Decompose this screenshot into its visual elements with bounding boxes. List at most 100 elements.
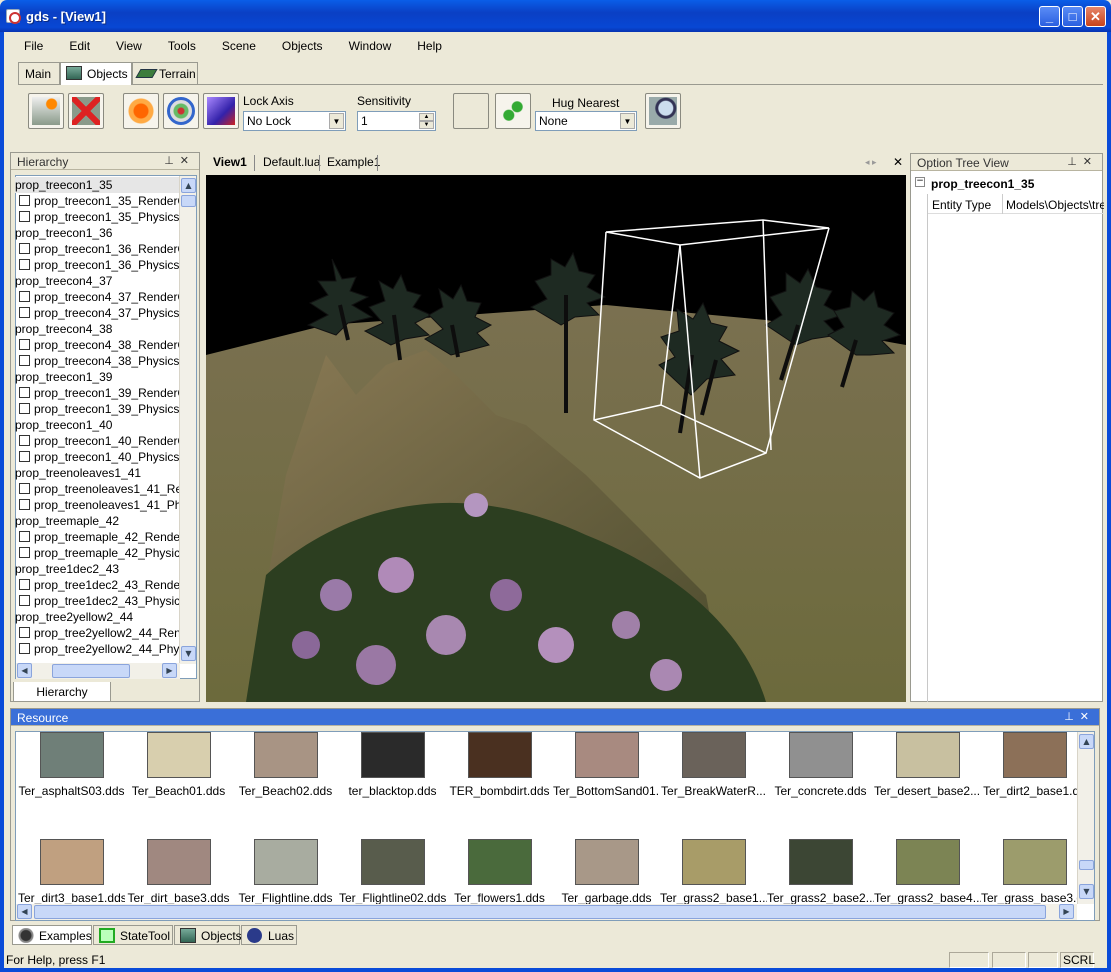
property-row[interactable]: Entity Type Models\Objects\trees [928,194,1104,214]
pin-close-icons[interactable]: ⊥✕ [164,154,195,167]
create-object-button[interactable] [28,93,64,129]
hierarchy-child-row[interactable]: prop_treecon1_35_RenderOb [15,193,179,209]
maximize-button[interactable]: □ [1062,6,1083,27]
resource-item[interactable]: Ter_BreakWaterR... [660,732,767,816]
hierarchy-node-row[interactable]: prop_treemaple_42 [15,513,179,529]
visibility-checkbox[interactable] [19,483,30,494]
close-view-icon[interactable]: ✕ [893,155,903,169]
pin-close-icons[interactable]: ⊥✕ [1064,710,1095,723]
hierarchy-hscroll[interactable]: ◀ ▶ [16,663,180,679]
menu-help[interactable]: Help [399,36,450,53]
hierarchy-child-row[interactable]: prop_treecon1_35_PhysicsOb [15,209,179,225]
resource-item[interactable]: Ter_Beach02.dds [232,732,339,816]
resource-item[interactable]: Ter_dirt2_base1.dd [981,732,1088,816]
close-button[interactable]: ✕ [1085,6,1106,27]
visibility-checkbox[interactable] [19,387,30,398]
scroll-left-icon[interactable]: ◀ [17,663,32,678]
hierarchy-child-row[interactable]: prop_treecon4_37_RenderOb [15,289,179,305]
tab-objects-resource[interactable]: Objects [174,925,242,945]
menu-window[interactable]: Window [331,36,400,53]
menu-file[interactable]: File [6,36,51,53]
property-value[interactable]: Models\Objects\trees [1002,194,1104,214]
sensitivity-spinner[interactable]: 1 ▲ ▼ [357,111,436,131]
resource-vscroll[interactable]: ▲ ▼ [1077,732,1094,904]
visibility-checkbox[interactable] [19,339,30,350]
scroll-down-icon[interactable]: ▼ [181,646,196,661]
menu-objects[interactable]: Objects [264,36,331,53]
hierarchy-node-row[interactable]: prop_treecon1_39 [15,369,179,385]
resource-item[interactable]: Ter_concrete.dds [767,732,874,816]
scroll-right-icon[interactable]: ▶ [162,663,177,678]
scroll-right-icon[interactable]: ▶ [1059,904,1074,919]
rotate-tool-button[interactable] [163,93,199,129]
resource-item[interactable]: Ter_BottomSand01... [553,732,660,816]
spin-down-icon[interactable]: ▼ [419,121,434,129]
resource-item[interactable]: TER_bombdirt.dds [446,732,553,816]
tab-main[interactable]: Main [18,62,60,84]
visibility-checkbox[interactable] [19,547,30,558]
visibility-checkbox[interactable] [19,307,30,318]
delete-object-button[interactable] [68,93,104,129]
visibility-checkbox[interactable] [19,435,30,446]
resource-hscroll[interactable]: ◀ ▶ [16,904,1077,920]
pin-close-icons[interactable]: ⊥✕ [1067,155,1098,168]
scroll-left-icon[interactable]: ◀ [17,904,32,919]
spin-up-icon[interactable]: ▲ [419,113,434,121]
tab-objects[interactable]: Objects [60,62,132,85]
hierarchy-child-row[interactable]: prop_treecon4_37_PhysicsOb [15,305,179,321]
tab-examples[interactable]: Examples [12,925,92,945]
tab-scroll-arrows-icon[interactable]: ◂ ▸ [865,157,877,168]
resource-item[interactable]: Ter_desert_base2.... [874,732,981,816]
hierarchy-child-row[interactable]: prop_treecon1_39_RenderOb [15,385,179,401]
hscroll-thumb[interactable] [52,664,130,678]
tab-luas[interactable]: Luas [241,925,297,945]
hscroll-thumb[interactable] [34,905,1046,919]
hierarchy-child-row[interactable]: prop_tree1dec2_43_RenderC [15,577,179,593]
move-tool-button[interactable] [123,93,159,129]
hierarchy-child-row[interactable]: prop_treecon4_38_RenderOb [15,337,179,353]
scroll-up-icon[interactable]: ▲ [1079,734,1094,749]
hierarchy-node-row[interactable]: prop_treenoleaves1_41 [15,465,179,481]
scroll-down-icon[interactable]: ▼ [1079,884,1094,899]
visibility-checkbox[interactable] [19,499,30,510]
hierarchy-child-row[interactable]: prop_treecon1_40_RenderOb [15,433,179,449]
hierarchy-child-row[interactable]: prop_treecon1_36_PhysicsOb [15,257,179,273]
hierarchy-child-row[interactable]: prop_tree2yellow2_44_Rende [15,625,179,641]
scroll-up-icon[interactable]: ▲ [181,178,196,193]
scroll-thumb[interactable] [1079,860,1094,870]
resource-item[interactable]: Ter_asphaltS03.dds [18,732,125,816]
hierarchy-child-row[interactable]: prop_tree2yellow2_44_Physic [15,641,179,657]
tab-statetool[interactable]: StateTool [93,925,173,945]
hierarchy-child-row[interactable]: prop_treecon1_36_RenderOb [15,241,179,257]
hierarchy-node-row[interactable]: prop_treecon4_38 [15,321,179,337]
scroll-thumb[interactable] [181,195,196,207]
menu-edit[interactable]: Edit [51,36,98,53]
menu-scene[interactable]: Scene [204,36,264,53]
hierarchy-child-row[interactable]: prop_treecon4_38_PhysicsOb [15,353,179,369]
menu-view[interactable]: View [98,36,150,53]
visibility-checkbox[interactable] [19,291,30,302]
hierarchy-node-row[interactable]: prop_treecon1_40 [15,417,179,433]
visibility-checkbox[interactable] [19,403,30,414]
hierarchy-child-row[interactable]: prop_treemaple_42_RenderO [15,529,179,545]
hug-nearest-select[interactable]: None ▼ [535,111,637,131]
hierarchy-node-row[interactable]: prop_treecon1_36 [15,225,179,241]
tab-default-lua[interactable]: Default.lua [263,155,320,169]
collapse-toggle-icon[interactable]: − [915,177,925,187]
hierarchy-child-row[interactable]: prop_treecon1_40_PhysicsOb [15,449,179,465]
hierarchy-child-row[interactable]: prop_tree1dec2_43_PhysicsC [15,593,179,609]
hierarchy-bottom-tab[interactable]: Hierarchy [13,682,111,702]
visibility-checkbox[interactable] [19,451,30,462]
tab-example1[interactable]: Example1 [327,155,380,169]
lock-axis-select[interactable]: No Lock ▼ [243,111,346,131]
visibility-checkbox[interactable] [19,531,30,542]
visibility-checkbox[interactable] [19,195,30,206]
tab-view1[interactable]: View1 [213,155,247,169]
find-object-button[interactable] [645,93,681,129]
hierarchy-node-row[interactable]: prop_tree2yellow2_44 [15,609,179,625]
visibility-checkbox[interactable] [19,211,30,222]
resource-item[interactable]: Ter_Beach01.dds [125,732,232,816]
blank-tool-button[interactable] [453,93,489,129]
visibility-checkbox[interactable] [19,643,30,654]
hierarchy-child-row[interactable]: prop_treecon1_39_PhysicsOb [15,401,179,417]
